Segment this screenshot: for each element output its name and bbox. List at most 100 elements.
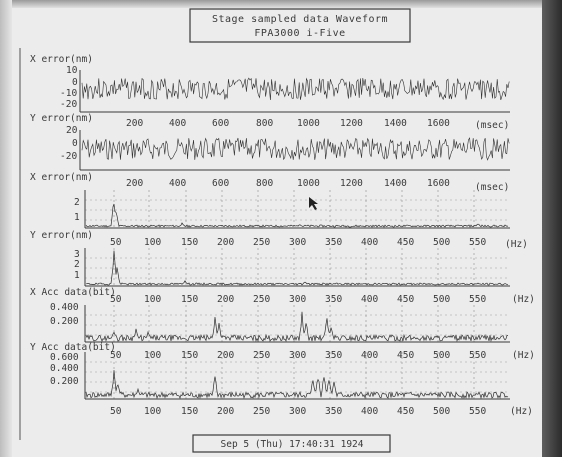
y-acc-spectrum [85, 370, 509, 400]
x-tick-label: 100 [144, 406, 161, 417]
x-tick-label: 150 [181, 350, 198, 361]
x-tick-label: 450 [397, 294, 414, 305]
y-tick-label: -10 [60, 88, 77, 99]
x-tick-label: 150 [181, 294, 198, 305]
x-tick-label: 100 [144, 237, 161, 248]
x-tick-label: 550 [469, 294, 486, 305]
x-tick-label: 400 [361, 406, 378, 417]
y-tick-label: 1 [74, 212, 80, 223]
x-tick-label: 550 [469, 406, 486, 417]
x-tick-label: 300 [289, 406, 306, 417]
x-tick-label: 600 [212, 118, 229, 129]
x-tick-label: 250 [253, 350, 270, 361]
x-tick-label: 400 [361, 294, 378, 305]
x-tick-label: 450 [397, 406, 414, 417]
x-unit-label: (Hz) [512, 294, 535, 305]
y-tick-label: 2 [74, 259, 80, 270]
x-tick-label: 350 [325, 350, 342, 361]
y-tick-label: 0 [72, 77, 78, 88]
y-tick-label: -20 [60, 99, 77, 110]
x-tick-label: 1600 [427, 118, 450, 129]
date-time-status: Sep 5 (Thu) 17:40:31 1924 [221, 439, 364, 450]
x-tick-label: 150 [181, 237, 198, 248]
x-tick-row: 50 100 150 200 250 300 350 400 450 500 5… [110, 350, 535, 361]
panel-label: X error(nm) [30, 54, 93, 65]
x-tick-label: 500 [433, 350, 450, 361]
x-tick-label: 200 [126, 118, 143, 129]
title-line-1: Stage sampled data Waveform [212, 14, 388, 25]
x-tick-label: 1200 [340, 118, 363, 129]
x-error-waveform [81, 77, 510, 101]
y-tick-label: 0.200 [50, 316, 79, 327]
x-tick-label: 1600 [427, 178, 450, 189]
panel-label: Y error(nm) [30, 230, 93, 241]
x-tick-label: 200 [126, 178, 143, 189]
title-box: Stage sampled data Waveform FPA3000 i-Fi… [189, 8, 411, 43]
x-tick-label: 1400 [384, 178, 407, 189]
x-unit-label: (msec) [475, 182, 509, 193]
x-tick-row: 50 100 150 200 250 300 350 400 450 500 5… [110, 406, 533, 417]
panel-label: X error(nm) [30, 172, 93, 183]
x-tick-label: 550 [469, 350, 486, 361]
x-tick-label: 300 [289, 294, 306, 305]
x-tick-label: 400 [361, 237, 378, 248]
x-tick-label: 350 [325, 294, 342, 305]
panel-label: Y error(nm) [30, 113, 93, 124]
x-tick-label: 1000 [297, 118, 320, 129]
x-tick-label: 50 [110, 406, 122, 417]
y-tick-label: -20 [60, 151, 77, 162]
x-tick-label: 1400 [384, 118, 407, 129]
x-tick-label: 1000 [297, 178, 320, 189]
y-tick-label: 20 [66, 125, 78, 136]
x-tick-label: 450 [397, 237, 414, 248]
x-tick-label: 800 [256, 118, 273, 129]
x-tick-label: 500 [433, 294, 450, 305]
x-tick-label: 150 [181, 406, 198, 417]
terminal-screen: Stage sampled data Waveform FPA3000 i-Fi… [0, 0, 562, 457]
x-tick-label: 200 [217, 406, 234, 417]
x-tick-label: 250 [253, 406, 270, 417]
y-tick-label: 0.600 [50, 352, 79, 363]
x-unit-label: (Hz) [510, 406, 533, 417]
x-unit-label: (Hz) [512, 350, 535, 361]
y-tick-label: 0.400 [50, 363, 79, 374]
x-tick-label: 250 [253, 294, 270, 305]
x-tick-label: 100 [144, 350, 161, 361]
x-tick-label: 250 [253, 237, 270, 248]
waveform-display: Stage sampled data Waveform FPA3000 i-Fi… [19, 8, 535, 453]
x-tick-label: 200 [217, 237, 234, 248]
x-tick-label: 1200 [340, 178, 363, 189]
panel-x-error-time: X error(nm) 10 0 -10 -20 200 400 600 800… [30, 54, 510, 131]
status-bar: Sep 5 (Thu) 17:40:31 1924 [192, 434, 391, 453]
x-tick-label: 100 [144, 294, 161, 305]
y-tick-label: 10 [66, 65, 78, 76]
y-tick-label: 0 [72, 138, 78, 149]
x-tick-label: 200 [217, 350, 234, 361]
x-tick-label: 550 [469, 237, 486, 248]
x-tick-label: 800 [256, 178, 273, 189]
x-unit-label: (Hz) [505, 239, 528, 250]
x-tick-label: 350 [325, 406, 342, 417]
y-tick-label: 0.400 [50, 302, 79, 313]
x-unit-label: (msec) [475, 120, 509, 131]
x-tick-label: 50 [110, 237, 122, 248]
x-tick-label: 350 [325, 237, 342, 248]
x-tick-label: 300 [289, 237, 306, 248]
x-tick-label: 600 [212, 178, 229, 189]
x-tick-label: 500 [433, 406, 450, 417]
x-tick-label: 300 [289, 350, 306, 361]
y-tick-label: 2 [74, 197, 80, 208]
title-line-2: FPA3000 i-Five [254, 28, 345, 39]
mouse-pointer-icon [309, 197, 318, 210]
x-tick-label: 200 [217, 294, 234, 305]
y-tick-label: 1 [74, 270, 80, 281]
x-tick-label: 500 [433, 237, 450, 248]
x-tick-label: 400 [169, 118, 186, 129]
x-tick-label: 400 [361, 350, 378, 361]
x-tick-row: 50 100 150 200 250 300 350 400 450 500 5… [110, 237, 528, 250]
monitor-bezel-right [542, 0, 562, 457]
x-tick-label: 400 [169, 178, 186, 189]
y-tick-label: 0.200 [50, 376, 79, 387]
y-error-waveform [81, 137, 510, 161]
panel-label: X Acc data(bit) [30, 287, 116, 298]
